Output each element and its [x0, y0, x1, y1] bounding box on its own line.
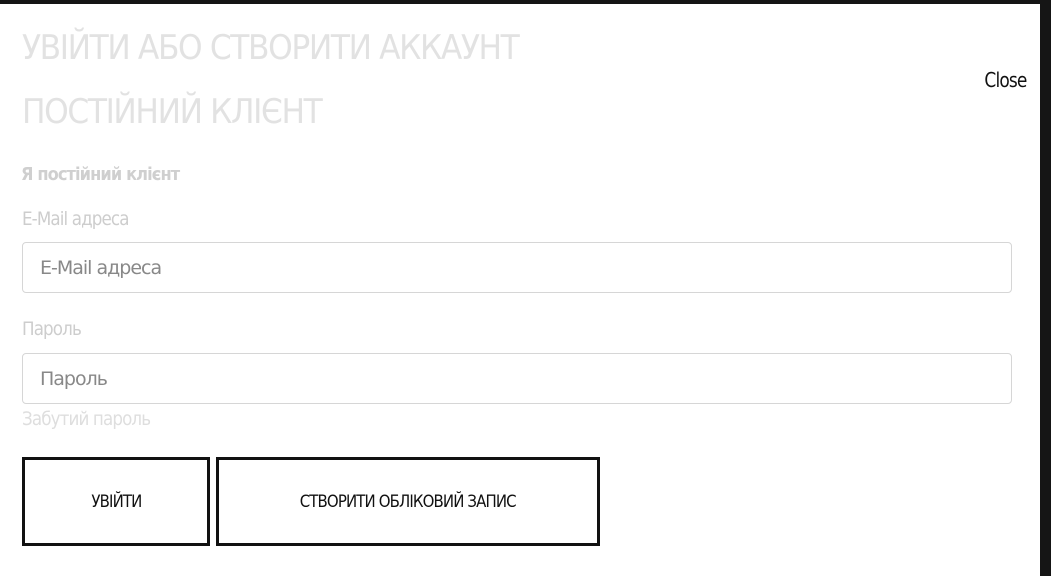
password-field[interactable]: [22, 353, 1012, 404]
create-account-button[interactable]: СТВОРИТИ ОБЛІКОВИЙ ЗАПИС: [216, 457, 600, 546]
login-modal: УВІЙТИ АБО СТВОРИТИ АККАУНТ ПОСТІЙНИЙ КЛ…: [0, 4, 1040, 576]
modal-subtitle: ПОСТІЙНИЙ КЛІЄНТ: [22, 92, 323, 132]
login-button-label: УВІЙТИ: [90, 491, 142, 512]
email-label: E-Mail адреса: [22, 208, 129, 230]
section-heading: Я постійний клієнт: [21, 164, 180, 185]
login-button[interactable]: УВІЙТИ: [22, 457, 210, 546]
create-account-button-label: СТВОРИТИ ОБЛІКОВИЙ ЗАПИС: [299, 491, 517, 512]
close-button[interactable]: Close: [984, 68, 1027, 92]
modal-title: УВІЙТИ АБО СТВОРИТИ АККАУНТ: [22, 28, 520, 68]
password-label: Пароль: [22, 318, 82, 340]
email-field[interactable]: [22, 242, 1012, 293]
forgot-password-link[interactable]: Забутий пароль: [22, 408, 151, 430]
